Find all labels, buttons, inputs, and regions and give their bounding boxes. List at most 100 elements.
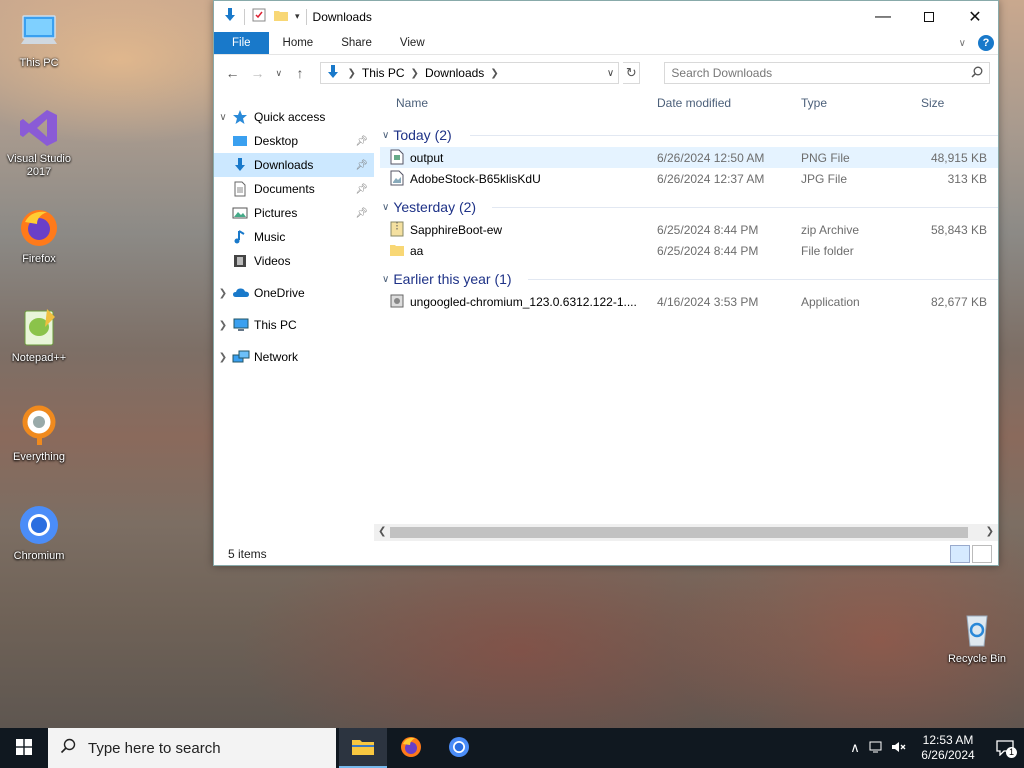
group-header-yesterday[interactable]: ∨ Yesterday (2) <box>380 195 998 219</box>
horizontal-scrollbar[interactable]: ❮ ❯ <box>374 524 998 541</box>
system-tray: ∧ 12:53 AM 6/26/2024 1 <box>844 728 1024 768</box>
nav-onedrive[interactable]: ❯ OneDrive <box>214 281 374 305</box>
column-header-date-modified[interactable]: Date modified <box>657 96 731 110</box>
nav-videos[interactable]: Videos <box>214 249 374 273</box>
start-button[interactable] <box>0 728 48 768</box>
breadcrumb-downloads[interactable]: Downloads <box>425 66 484 80</box>
desktop-icon-notepad-plus-plus[interactable]: Notepad++ <box>0 305 78 365</box>
breadcrumb-this-pc[interactable]: This PC <box>362 66 405 80</box>
nav-this-pc[interactable]: ❯ This PC <box>214 313 374 337</box>
nav-pictures[interactable]: Pictures 📌︎ <box>214 201 374 225</box>
scroll-right-icon[interactable]: ❯ <box>986 526 994 537</box>
video-film-icon <box>232 253 250 269</box>
file-type: zip Archive <box>801 223 860 237</box>
search-input[interactable] <box>671 66 971 80</box>
nav-music[interactable]: Music <box>214 225 374 249</box>
properties-icon[interactable] <box>251 7 267 26</box>
desktop-icon-recycle-bin[interactable]: Recycle Bin <box>938 606 1016 666</box>
details-view-button[interactable] <box>950 545 970 563</box>
file-name: ungoogled-chromium_123.0.6312.122-1.... <box>410 295 637 309</box>
file-row-output[interactable]: output 6/26/2024 12:50 AM PNG File 48,91… <box>380 147 998 168</box>
collapse-icon[interactable]: ∨ <box>214 112 232 123</box>
volume-muted-icon[interactable] <box>888 740 910 757</box>
expand-icon[interactable]: ❯ <box>214 288 232 299</box>
desktop-icon-visual-studio[interactable]: Visual Studio 2017 <box>0 106 78 179</box>
expand-icon[interactable]: ❯ <box>214 320 232 331</box>
windows-logo-icon <box>16 738 32 758</box>
show-hidden-icons-chevron-up-icon[interactable]: ∧ <box>844 740 866 756</box>
nav-quick-access[interactable]: ∨ Quick access <box>214 105 374 129</box>
action-center-button[interactable]: 1 <box>986 740 1024 758</box>
breadcrumb-separator[interactable]: ❯ <box>347 68 355 79</box>
group-divider <box>528 279 998 280</box>
nav-downloads[interactable]: Downloads 📌︎ <box>214 153 374 177</box>
chevron-down-icon: ∨ <box>382 273 390 285</box>
column-header-name[interactable]: Name <box>396 96 428 110</box>
clock[interactable]: 12:53 AM 6/26/2024 <box>910 733 986 763</box>
tab-home[interactable]: Home <box>269 32 328 54</box>
desktop-icon-chromium[interactable]: Chromium <box>0 503 78 563</box>
address-dropdown-icon[interactable]: ∨ <box>607 68 614 79</box>
search-box[interactable] <box>664 62 990 84</box>
title-bar[interactable]: ▾ Downloads — ✕ <box>214 1 998 32</box>
large-icons-view-button[interactable] <box>972 545 992 563</box>
tab-file[interactable]: File <box>214 32 269 54</box>
chevron-down-icon: ∨ <box>275 67 283 78</box>
desktop-icon-firefox[interactable]: Firefox <box>0 206 78 266</box>
expand-ribbon-icon[interactable]: ∨ <box>959 38 966 49</box>
customize-dropdown-icon[interactable]: ▾ <box>295 11 300 22</box>
breadcrumb-separator[interactable]: ❯ <box>411 68 419 79</box>
forward-button[interactable]: → <box>247 61 268 85</box>
group-header-earlier-this-year[interactable]: ∨ Earlier this year (1) <box>380 267 998 291</box>
breadcrumb-separator[interactable]: ❯ <box>490 68 498 79</box>
taskbar-search-box[interactable]: Type here to search <box>48 728 336 768</box>
taskbar-search-placeholder: Type here to search <box>88 739 221 757</box>
nav-documents[interactable]: Documents 📌︎ <box>214 177 374 201</box>
nav-label: Videos <box>254 254 291 268</box>
file-date: 6/25/2024 8:44 PM <box>657 223 759 237</box>
pin-icon[interactable]: 📌︎ <box>355 136 368 147</box>
tab-view[interactable]: View <box>386 32 439 54</box>
file-row-aa[interactable]: aa 6/25/2024 8:44 PM File folder <box>380 240 998 261</box>
network-icon[interactable] <box>866 740 888 757</box>
column-header-size[interactable]: Size <box>921 96 944 110</box>
nav-desktop[interactable]: Desktop 📌︎ <box>214 129 374 153</box>
group-header-today[interactable]: ∨ Today (2) <box>380 123 998 147</box>
arrow-left-icon: ← <box>225 65 240 81</box>
network-icon <box>232 349 250 365</box>
minimize-button[interactable]: — <box>860 1 906 32</box>
desktop-icon-everything[interactable]: Everything <box>0 404 78 464</box>
notifications-icon: 1 <box>996 740 1017 758</box>
pin-icon[interactable]: 📌︎ <box>355 208 368 219</box>
scrollbar-thumb[interactable] <box>390 527 968 538</box>
expand-icon[interactable]: ❯ <box>214 352 232 363</box>
desktop-icon-this-pc[interactable]: This PC <box>0 10 78 70</box>
file-list: Name Date modified Type Size ∨ Today (2)… <box>374 91 998 543</box>
nav-label: OneDrive <box>254 286 305 300</box>
recent-locations-button[interactable]: ∨ <box>272 61 285 85</box>
up-button[interactable]: ↑ <box>289 61 310 85</box>
taskbar-firefox[interactable] <box>387 728 435 768</box>
pin-icon[interactable]: 📌︎ <box>355 184 368 195</box>
back-button[interactable]: ← <box>222 61 243 85</box>
refresh-button[interactable]: ↻ <box>623 62 641 84</box>
maximize-button[interactable] <box>906 1 952 32</box>
address-bar[interactable]: ❯ This PC ❯ Downloads ❯ ∨ <box>320 62 620 84</box>
toolbar-separator <box>244 8 245 25</box>
file-row-sapphireboot[interactable]: SapphireBoot-ew 6/25/2024 8:44 PM zip Ar… <box>380 219 998 240</box>
taskbar-chromium[interactable] <box>435 728 483 768</box>
pin-icon[interactable]: 📌︎ <box>355 160 368 171</box>
pictures-icon <box>232 205 250 221</box>
taskbar-file-explorer[interactable] <box>339 728 387 768</box>
new-folder-icon[interactable] <box>273 7 289 26</box>
close-button[interactable]: ✕ <box>952 1 998 32</box>
column-header-type[interactable]: Type <box>801 96 827 110</box>
file-row-adobestock[interactable]: AdobeStock-B65klisKdU 6/26/2024 12:37 AM… <box>380 168 998 189</box>
file-size: 48,915 KB <box>930 151 987 165</box>
file-row-ungoogled-chromium[interactable]: ungoogled-chromium_123.0.6312.122-1.... … <box>380 291 998 312</box>
help-icon[interactable]: ? <box>978 35 994 51</box>
scroll-left-icon[interactable]: ❮ <box>378 526 386 537</box>
nav-network[interactable]: ❯ Network <box>214 345 374 369</box>
tab-share[interactable]: Share <box>327 32 386 54</box>
cloud-icon <box>232 285 250 301</box>
